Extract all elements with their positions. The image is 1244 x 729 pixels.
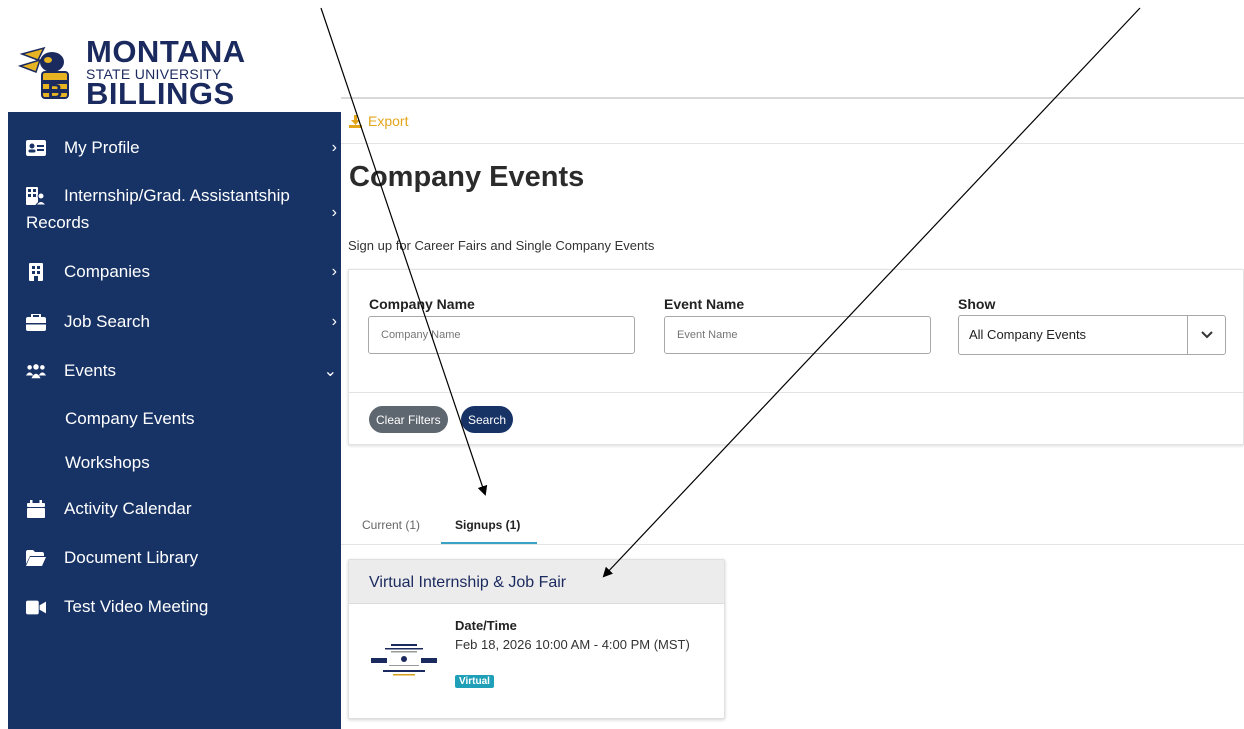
filter-panel: Company Name Event Name Show All Company… [348, 269, 1244, 445]
sidebar-item-label: Job Search [64, 312, 150, 331]
event-card[interactable]: Virtual Internship & Job Fair Date/Time … [348, 559, 725, 719]
event-card-header: Virtual Internship & Job Fair [349, 560, 724, 604]
datetime-value: Feb 18, 2026 10:00 AM - 4:00 PM (MST) [455, 637, 690, 652]
sidebar-item-my-profile[interactable]: My Profile › [8, 135, 341, 161]
tab-signups[interactable]: Signups (1) [455, 518, 520, 532]
logo-line-montana: MONTANA [86, 34, 246, 69]
sidebar-item-label: My Profile [64, 138, 140, 157]
search-button[interactable]: Search [461, 406, 514, 433]
virtual-badge: Virtual [455, 675, 494, 688]
sidebar-item-label: Activity Calendar [64, 499, 192, 518]
sidebar-item-activity-calendar[interactable]: Activity Calendar [8, 496, 341, 522]
filter-divider [349, 392, 1244, 393]
sidebar-subitem-workshops[interactable]: Workshops [65, 453, 150, 473]
export-link[interactable]: Export [349, 113, 408, 129]
calendar-icon [26, 500, 46, 518]
chevron-right-icon: › [331, 204, 337, 221]
sidebar-subitem-company-events[interactable]: Company Events [65, 409, 194, 429]
export-label: Export [368, 113, 409, 129]
users-icon [26, 362, 46, 380]
clear-filters-button[interactable]: Clear Filters [369, 406, 448, 433]
video-icon [26, 598, 46, 616]
show-select-value: All Company Events [969, 327, 1087, 342]
sidebar-item-internship-records[interactable]: Internship/Grad. Assistantship Records › [8, 183, 341, 237]
sidebar-item-label: Test Video Meeting [64, 597, 209, 616]
yellowjacket-mascot-icon: B [18, 46, 69, 102]
event-tabs: Current (1) Signups (1) [341, 510, 1244, 545]
folder-open-icon [26, 549, 46, 567]
show-label: Show [958, 296, 996, 312]
tab-current[interactable]: Current (1) [362, 518, 420, 532]
event-name-label: Event Name [664, 296, 745, 312]
event-title-link[interactable]: Virtual Internship & Job Fair [369, 574, 566, 592]
page-title: Company Events [349, 161, 585, 193]
university-logo[interactable]: B MONTANA STATE UNIVERSITY BILLINGS [12, 36, 245, 111]
download-icon [349, 114, 362, 128]
datetime-label: Date/Time [455, 618, 517, 633]
sidebar-item-job-search[interactable]: Job Search › [8, 309, 341, 335]
sidebar-item-companies[interactable]: Companies › [8, 259, 341, 285]
sidebar-item-test-video-meeting[interactable]: Test Video Meeting [8, 594, 341, 620]
sidebar-item-label: Companies [64, 262, 150, 281]
chevron-right-icon: › [331, 263, 337, 280]
event-name-input[interactable] [664, 316, 931, 354]
active-tab-indicator [441, 542, 537, 544]
company-name-input[interactable] [368, 316, 635, 354]
building-user-icon [26, 187, 46, 205]
building-icon [26, 263, 46, 281]
sidebar-item-document-library[interactable]: Document Library [8, 545, 341, 571]
chevron-right-icon: › [331, 139, 337, 156]
sidebar: My Profile › Internship/Grad. Assistants… [8, 112, 341, 729]
chevron-down-icon[interactable] [1187, 316, 1225, 354]
sidebar-item-label: Document Library [64, 548, 199, 567]
chevron-right-icon: › [331, 313, 337, 330]
briefcase-icon [26, 313, 46, 331]
svg-text:B: B [48, 81, 62, 102]
chevron-down-icon: ⌄ [323, 363, 337, 380]
company-name-label: Company Name [369, 296, 475, 312]
event-flyer-thumbnail [369, 640, 439, 690]
sidebar-item-events[interactable]: Events ⌄ [8, 358, 341, 384]
toolbar: Export [341, 99, 1244, 144]
show-select[interactable]: All Company Events [958, 315, 1226, 355]
id-card-icon [26, 139, 46, 157]
logo-line-billings: BILLINGS [86, 76, 235, 111]
sidebar-item-label: Internship/Grad. Assistantship [64, 186, 290, 205]
page-subtitle: Sign up for Career Fairs and Single Comp… [348, 238, 655, 253]
sidebar-item-label-continued: Records [26, 213, 90, 232]
sidebar-item-label: Events [64, 361, 116, 380]
